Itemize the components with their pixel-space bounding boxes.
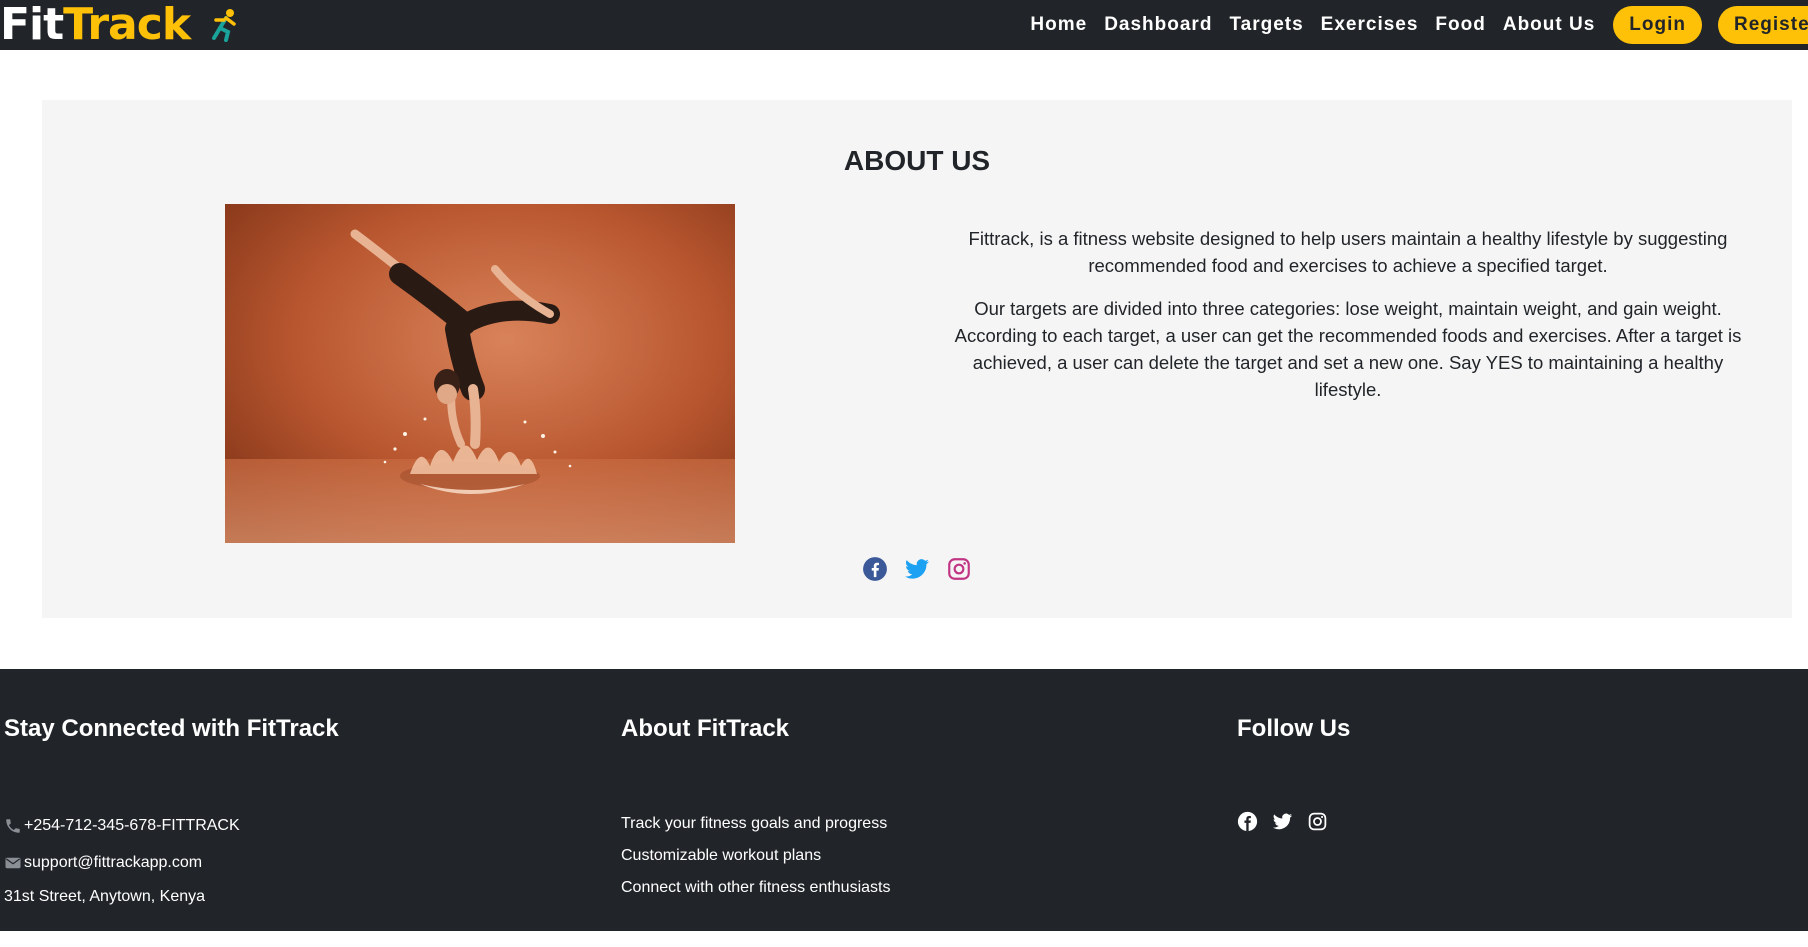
list-item: Track your fitness goals and progress	[621, 815, 888, 832]
nav-dashboard[interactable]: Dashboard	[1104, 14, 1212, 36]
footer-phone: +254-712-345-678-FITTRACK	[4, 816, 240, 836]
facebook-icon[interactable]	[862, 556, 888, 582]
footer-contact-title: Stay Connected with FitTrack	[4, 715, 339, 742]
footer-follow-column: Follow Us	[1237, 715, 1351, 832]
facebook-icon[interactable]	[1237, 811, 1258, 832]
nav-home[interactable]: Home	[1030, 14, 1087, 36]
instagram-icon[interactable]	[946, 556, 972, 582]
brand-logo[interactable]: FitTrack	[0, 0, 240, 50]
nav-exercises[interactable]: Exercises	[1321, 14, 1419, 36]
twitter-icon[interactable]	[1272, 811, 1293, 832]
phone-icon	[6, 819, 20, 833]
login-button[interactable]: Login	[1613, 6, 1702, 44]
footer-contact-column: Stay Connected with FitTrack +254-712-34…	[4, 715, 339, 905]
footer-email: support@fittrackapp.com	[4, 853, 202, 873]
handstand-splash-photo	[225, 204, 735, 543]
about-section: ABOUT US Fittrack, is a fitness website …	[42, 100, 1792, 618]
brand-name: FitTrack	[0, 0, 191, 50]
nav-about-us[interactable]: About Us	[1503, 14, 1595, 36]
nav-links: Home Dashboard Targets Exercises Food Ab…	[1030, 0, 1808, 50]
runner-icon	[212, 9, 236, 42]
footer-about-list: Track your fitness goals and progress Cu…	[621, 814, 890, 910]
navbar: FitTrack Home Dashboard Targets Exercise…	[0, 0, 1808, 50]
twitter-icon[interactable]	[904, 556, 930, 582]
footer-follow-title: Follow Us	[1237, 715, 1351, 742]
about-paragraph-1: Fittrack, is a fitness website designed …	[968, 228, 1728, 276]
footer: Stay Connected with FitTrack +254-712-34…	[0, 669, 1808, 931]
about-paragraph-2: Our targets are divided into three categ…	[954, 298, 1742, 400]
footer-about-column: About FitTrack Track your fitness goals …	[621, 715, 890, 896]
instagram-icon[interactable]	[1307, 811, 1328, 832]
footer-about-title: About FitTrack	[621, 715, 790, 742]
footer-social-links	[1237, 811, 1328, 832]
footer-address: 31st Street, Anytown, Kenya	[4, 888, 206, 905]
list-item: Connect with other fitness enthusiasts	[621, 879, 891, 896]
nav-targets[interactable]: Targets	[1229, 14, 1303, 36]
about-title: ABOUT US	[843, 145, 991, 176]
nav-food[interactable]: Food	[1435, 14, 1485, 36]
list-item: Customizable workout plans	[621, 847, 822, 864]
envelope-icon	[5, 857, 21, 869]
about-description: Fittrack, is a fitness website designed …	[938, 225, 1758, 419]
about-social-links	[42, 556, 1792, 582]
register-button[interactable]: Register	[1718, 6, 1808, 44]
